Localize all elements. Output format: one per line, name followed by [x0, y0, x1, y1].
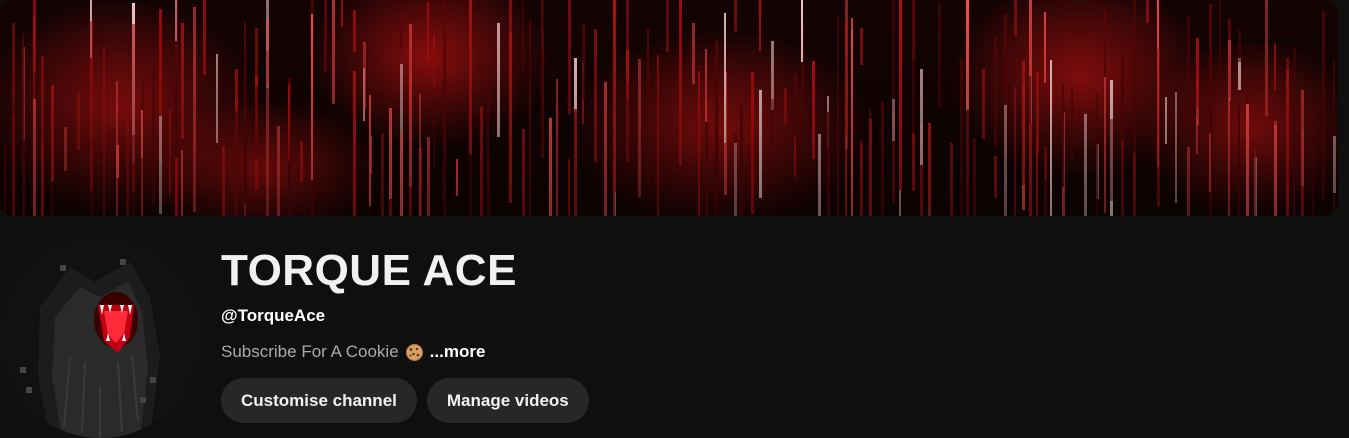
channel-description[interactable]: Subscribe For A Cookie ...more [221, 341, 1321, 363]
channel-handle: @TorqueAce [221, 306, 326, 325]
description-text: Subscribe For A Cookie [221, 342, 399, 361]
creature-avatar-image [0, 237, 201, 438]
channel-avatar[interactable] [0, 237, 201, 438]
channel-info: TORQUE ACE @TorqueAce Subscribe For A Co… [221, 246, 1321, 363]
manage-videos-button[interactable]: Manage videos [426, 378, 589, 423]
cookie-icon [405, 343, 423, 361]
channel-banner [0, 0, 1338, 216]
channel-handle-row: @TorqueAce [221, 305, 1321, 327]
channel-actions: Customise channel Manage videos [221, 378, 589, 423]
more-link[interactable]: ...more [430, 342, 486, 362]
customise-channel-button[interactable]: Customise channel [221, 378, 417, 423]
channel-title: TORQUE ACE [221, 246, 517, 295]
matrix-rain-image [0, 0, 1338, 216]
